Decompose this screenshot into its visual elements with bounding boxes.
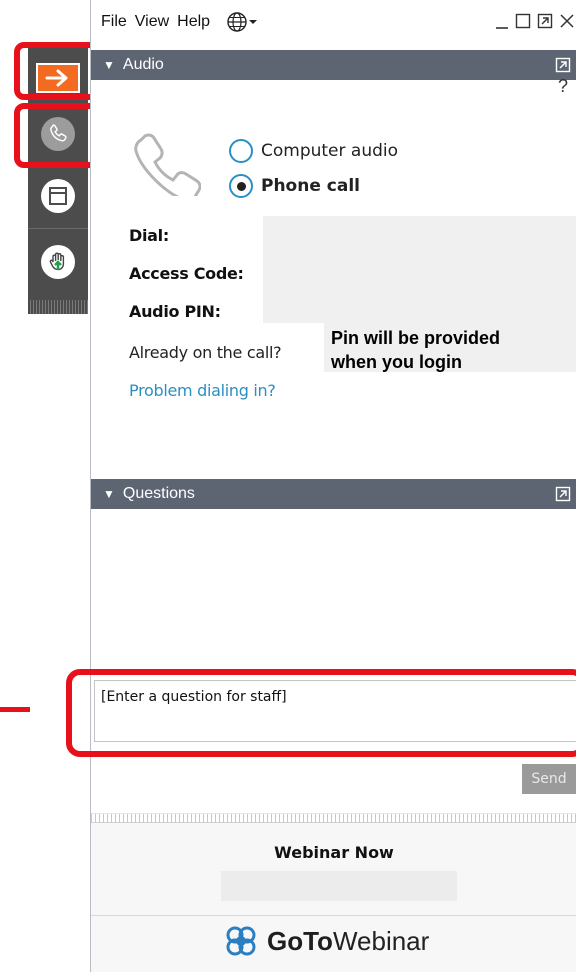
menu-view[interactable]: View [135,13,169,31]
pin-note-line-2: when you login [331,352,462,372]
webinar-footer: Webinar Now GoToWebinar [91,822,576,972]
arrow-right-icon [36,63,80,93]
brand-name-regular: Webinar [332,925,430,956]
question-input[interactable]: [Enter a question for staff] [94,680,576,742]
brand-name: GoToWebinar [267,926,429,957]
strip-divider [28,166,88,167]
problem-dialing-link[interactable]: Problem dialing in? [129,381,276,400]
gotowebinar-logo-icon [226,926,256,956]
menu-help[interactable]: Help [177,13,210,31]
control-panel-window: File View Help ▼ Audio ? Computer audio … [90,0,576,972]
radio-button-checked[interactable] [229,174,253,198]
globe-icon [227,12,247,32]
radio-label-phone-call: Phone call [261,176,360,196]
audio-panel-title: Audio [122,56,164,73]
footer-divider [91,915,576,916]
language-menu[interactable] [226,11,258,33]
already-on-call-text: Already on the call? [129,343,282,362]
dial-label: Dial: [129,226,169,245]
pop-out-icon[interactable] [555,486,571,502]
webinar-title: Webinar Now [274,843,394,862]
window-icon [41,179,75,213]
phone-handset-icon [134,133,201,196]
questions-panel-title: Questions [122,485,195,502]
strip-resize-grip[interactable] [28,300,88,314]
close-icon[interactable] [559,12,575,30]
window-controls [495,12,575,30]
brand-name-bold: GoTo [267,925,333,956]
audio-help-icon[interactable]: ? [558,76,568,97]
raise-hand-button[interactable] [34,238,82,286]
strip-divider [28,106,88,107]
menu-bar: File View Help [91,0,576,44]
pop-out-icon[interactable] [555,57,571,73]
menu-file[interactable]: File [101,13,127,31]
collapse-panel-button[interactable] [34,54,82,102]
window-panel-button[interactable] [34,172,82,220]
raise-hand-icon [41,245,75,279]
questions-panel-header[interactable]: ▼ Questions [91,479,576,509]
radio-dot [236,181,246,191]
radio-label-computer-audio: Computer audio [261,141,399,161]
minimize-icon[interactable] [495,12,509,30]
question-input-text: [Enter a question for staff] [101,689,287,705]
send-button[interactable]: Send [522,764,576,794]
collapse-triangle-icon: ▼ [103,487,115,501]
pin-note-line-1: Pin will be provided [331,328,501,348]
maximize-icon[interactable] [515,12,531,30]
control-panel-strip [28,48,88,314]
audio-panel-header[interactable]: ▼ Audio [91,50,576,80]
access-code-label: Access Code: [129,264,244,283]
brand-logo: GoToWebinar [223,923,429,959]
phone-icon [41,117,75,151]
radio-button-unchecked[interactable] [229,139,253,163]
collapse-triangle-icon: ▼ [103,58,115,72]
audio-panel-button[interactable] [34,110,82,158]
chevron-down-icon [249,20,258,24]
pop-out-icon[interactable] [537,12,553,30]
annotation-pointer-line [0,707,30,712]
radio-phone-call[interactable]: Phone call [229,174,360,198]
strip-divider [28,228,88,229]
audio-pin-label: Audio PIN: [129,302,221,321]
radio-computer-audio[interactable]: Computer audio [229,139,398,163]
webinar-info-bar [221,871,457,901]
dial-info-box [263,216,576,323]
pin-note: Pin will be provided when you login [331,326,500,374]
